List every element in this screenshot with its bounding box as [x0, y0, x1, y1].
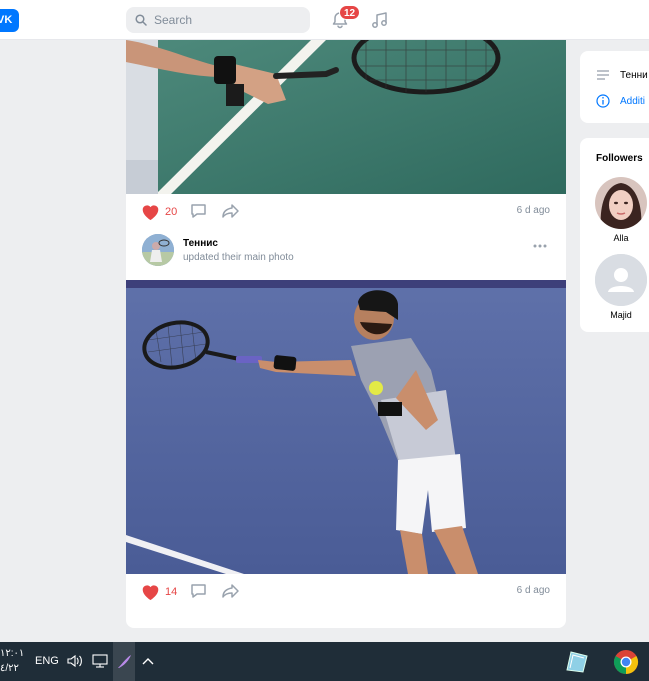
community-name-label: Тенни — [620, 69, 648, 81]
search-input[interactable] — [154, 7, 304, 33]
avatar — [595, 254, 647, 306]
clock-date: ٤/٢٢ — [0, 663, 19, 674]
comment-icon[interactable] — [190, 203, 207, 219]
comment-icon[interactable] — [190, 583, 207, 599]
heart-icon — [142, 205, 159, 221]
follower-item[interactable]: Majid — [595, 254, 647, 320]
followers-title[interactable]: Followers — [596, 153, 643, 164]
post-photo[interactable] — [126, 280, 566, 574]
default-user-icon — [595, 254, 647, 306]
like-count: 14 — [165, 585, 178, 598]
post-photo[interactable] — [126, 40, 566, 194]
avatar[interactable] — [142, 234, 174, 266]
community-info-card: Тенни Additi — [580, 51, 649, 123]
clock-time: ۱۲:۰۱ — [0, 648, 25, 659]
app-icon[interactable] — [563, 650, 589, 674]
tennis-court-photo — [126, 40, 566, 194]
notification-badge: 12 — [339, 5, 360, 20]
tennis-player-photo — [126, 280, 566, 574]
chrome-icon[interactable] — [613, 649, 639, 675]
follower-item[interactable]: Alla — [595, 177, 647, 243]
windows-taskbar: ۱۲:۰۱ ٤/٢٢ ENG — [0, 642, 649, 681]
follower-photo — [595, 177, 647, 229]
follower-name: Alla — [613, 233, 629, 243]
heart-icon — [142, 585, 159, 601]
post-header: Теннис updated their main photo — [126, 228, 566, 286]
post-subtitle: updated their main photo — [183, 252, 294, 263]
post-actions: 14 6 d ago — [126, 574, 566, 608]
network-icon[interactable] — [92, 654, 108, 668]
post-card: 20 6 d ago — [126, 40, 566, 228]
avatar — [595, 177, 647, 229]
info-icon — [596, 94, 610, 108]
community-name-row[interactable]: Тенни — [596, 69, 648, 81]
search-box[interactable] — [126, 7, 310, 33]
follower-name: Majid — [610, 310, 632, 320]
music-icon[interactable] — [370, 10, 390, 30]
vk-logo[interactable]: VK — [0, 9, 19, 32]
taskbar-clock[interactable]: ۱۲:۰۱ ٤/٢٢ — [0, 646, 24, 676]
post-actions: 20 6 d ago — [126, 194, 566, 228]
news-feed: 20 6 d ago Теннис updated their main pho… — [126, 40, 566, 628]
additional-info-label: Additi — [620, 95, 646, 107]
list-icon — [597, 70, 609, 80]
feather-icon[interactable] — [116, 654, 132, 670]
search-icon — [135, 14, 147, 26]
more-icon[interactable] — [532, 243, 548, 249]
share-icon[interactable] — [222, 583, 240, 599]
logo-text: VK — [0, 14, 13, 26]
post-author[interactable]: Теннис — [183, 238, 218, 249]
like-button[interactable]: 20 — [140, 202, 177, 221]
chevron-up-icon[interactable] — [141, 656, 155, 666]
like-count: 20 — [165, 205, 178, 218]
like-button[interactable]: 14 — [140, 582, 177, 601]
post-time: 6 d ago — [516, 585, 550, 596]
top-header: VK 12 — [0, 0, 649, 40]
volume-icon[interactable] — [67, 654, 83, 668]
followers-card: Followers Alla Majid — [580, 138, 649, 332]
avatar-image — [142, 234, 174, 266]
post-time: 6 d ago — [516, 205, 550, 216]
share-icon[interactable] — [222, 203, 240, 219]
post-card: Теннис updated their main photo 14 6 d a… — [126, 228, 566, 628]
additional-info-row[interactable]: Additi — [596, 94, 645, 108]
language-indicator[interactable]: ENG — [35, 655, 59, 667]
